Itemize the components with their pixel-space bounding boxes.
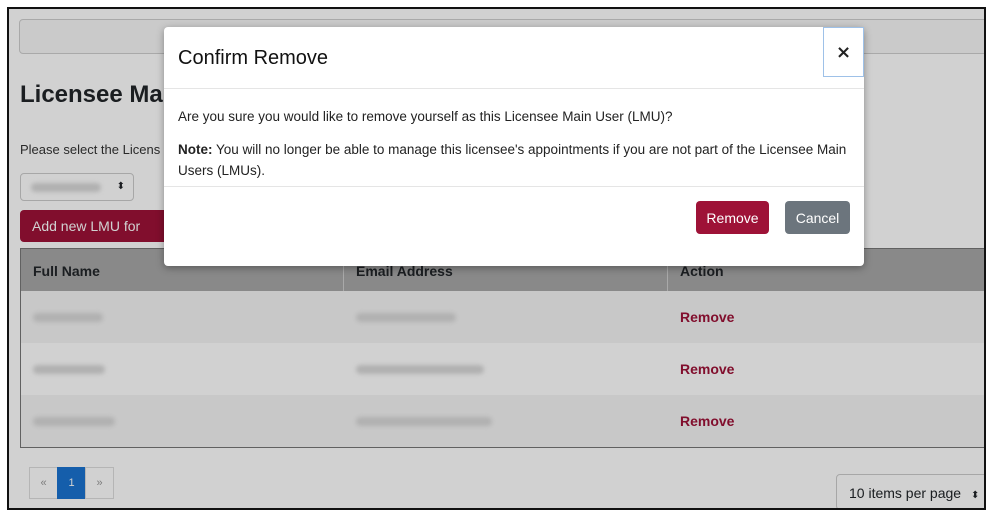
modal-body: Are you sure you would like to remove yo… xyxy=(164,89,864,187)
cancel-button[interactable]: Cancel xyxy=(785,201,850,234)
confirm-note: Note: You will no longer be able to mana… xyxy=(178,139,850,181)
confirm-remove-modal: Confirm Remove × Are you sure you would … xyxy=(164,27,864,266)
modal-header: Confirm Remove × xyxy=(164,27,864,89)
confirm-question: Are you sure you would like to remove yo… xyxy=(178,109,673,124)
browser-frame: Licensee Mai Please select the Licens ⬍ … xyxy=(7,7,986,510)
remove-button[interactable]: Remove xyxy=(696,201,769,234)
modal-title: Confirm Remove xyxy=(178,47,329,69)
close-icon[interactable]: × xyxy=(823,27,864,77)
note-text: You will no longer be able to manage thi… xyxy=(178,142,847,178)
modal-footer: Remove Cancel xyxy=(164,187,864,249)
note-label: Note: xyxy=(178,142,213,157)
